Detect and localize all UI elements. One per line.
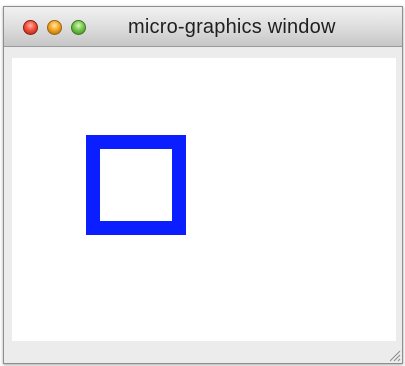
title-bar[interactable]: micro-graphics window (4, 7, 402, 47)
zoom-button[interactable] (71, 20, 86, 35)
canvas-graphics (86, 135, 186, 235)
app-window: micro-graphics window (3, 6, 403, 364)
drawing-canvas[interactable] (12, 58, 396, 341)
blue-square-outline (86, 135, 186, 235)
close-button[interactable] (23, 20, 38, 35)
resize-grip-icon[interactable] (387, 348, 401, 362)
minimize-button[interactable] (47, 20, 62, 35)
window-title: micro-graphics window (128, 16, 336, 38)
